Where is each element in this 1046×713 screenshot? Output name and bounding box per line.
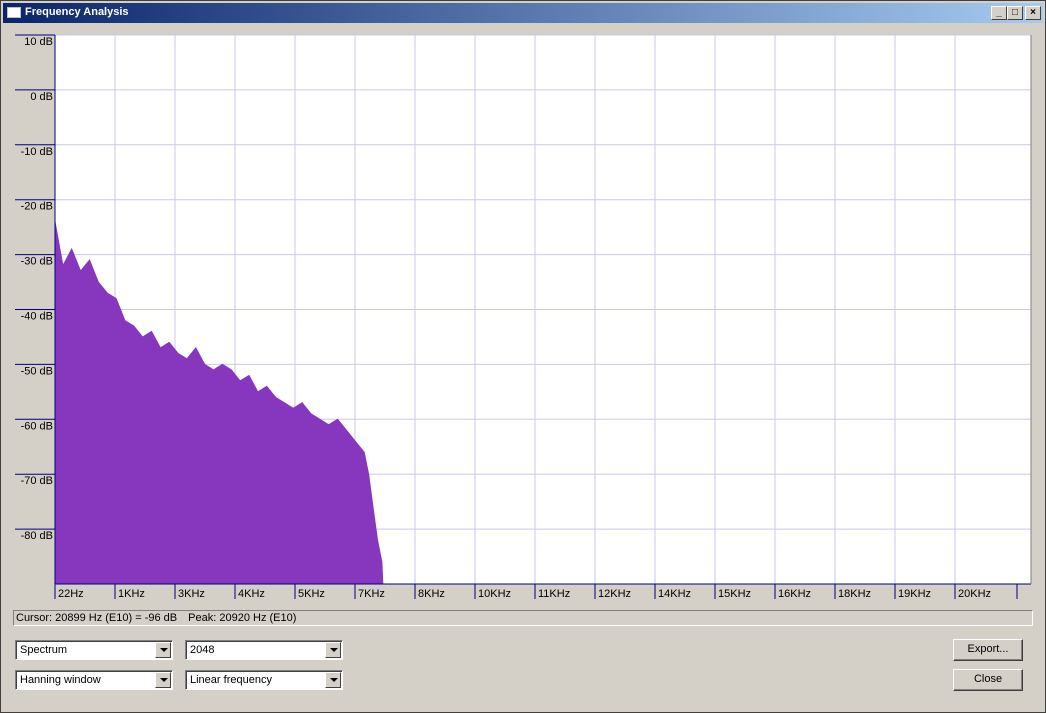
window-function-select[interactable]: Hanning window [15, 670, 173, 690]
x-tick-label: 5KHz [298, 588, 325, 600]
frequency-analysis-window: Frequency Analysis _ □ × 10 dB 0 dB -10 dB… [0, 0, 1046, 713]
x-tick-label: 18KHz [838, 588, 871, 600]
x-tick-label: 20KHz [958, 588, 991, 600]
y-tick-label: 10 dB [24, 36, 53, 48]
window-function-value: Hanning window [20, 674, 101, 686]
y-tick-label: -60 dB [21, 420, 53, 432]
y-tick-label: -70 dB [21, 475, 53, 487]
chevron-down-icon[interactable] [155, 642, 171, 658]
x-tick-label: 1KHz [118, 588, 145, 600]
chevron-down-icon[interactable] [325, 672, 341, 688]
y-tick-label: -50 dB [21, 365, 53, 377]
x-tick-label: 12KHz [598, 588, 631, 600]
chevron-down-icon[interactable] [155, 672, 171, 688]
x-tick-label: 11KHz [538, 588, 570, 600]
x-tick-label: 3KHz [178, 588, 205, 600]
maximize-button[interactable]: □ [1007, 6, 1023, 20]
x-tick-label: 14KHz [658, 588, 691, 600]
x-tick-label: 10KHz [478, 588, 511, 600]
spectrum-chart[interactable]: 10 dB 0 dB -10 dB -20 dB -30 dB -40 dB -50 dB -… [13, 32, 1035, 602]
minimize-button[interactable]: _ [991, 6, 1007, 20]
status-bar: Cursor: 20899 Hz (E10) = -96 dB Peak: 20… [13, 610, 1033, 626]
window-title: Frequency Analysis [25, 6, 129, 18]
export-button[interactable]: Export... [953, 639, 1023, 661]
y-tick-label: -30 dB [21, 256, 53, 268]
y-tick-label: -80 dB [21, 530, 53, 542]
algorithm-select[interactable]: Spectrum [15, 640, 173, 660]
size-select[interactable]: 2048 [185, 640, 343, 660]
close-button[interactable]: Close [953, 669, 1023, 691]
x-tick-label: 19KHz [898, 588, 931, 600]
algorithm-value: Spectrum [20, 644, 68, 656]
cursor-readout: Cursor: 20899 Hz (E10) = -96 dB [16, 612, 178, 624]
close-window-button[interactable]: × [1025, 6, 1041, 20]
chevron-down-icon[interactable] [325, 642, 341, 658]
x-tick-label: 7KHz [358, 588, 385, 600]
title-bar[interactable]: Frequency Analysis _ □ × [3, 3, 1043, 23]
x-tick-label: 16KHz [778, 588, 811, 600]
x-tick-label: 15KHz [718, 588, 751, 600]
x-tick-label: 8KHz [418, 588, 445, 600]
size-value: 2048 [190, 644, 215, 656]
y-tick-label: -10 dB [21, 146, 53, 158]
x-tick-label: 22Hz [58, 588, 84, 600]
y-tick-label: -40 dB [21, 311, 53, 323]
window-icon [7, 7, 21, 18]
x-tick-label: 4KHz [238, 588, 265, 600]
y-tick-label: 0 dB [30, 91, 53, 103]
peak-readout: Peak: 20920 Hz (E10) [188, 612, 297, 624]
y-tick-label: -20 dB [21, 201, 53, 213]
spectrum-plot[interactable]: 10 dB 0 dB -10 dB -20 dB -30 dB -40 dB -50 dB -… [13, 32, 1035, 602]
axis-select[interactable]: Linear frequency [185, 670, 343, 690]
axis-value: Linear frequency [190, 674, 272, 686]
